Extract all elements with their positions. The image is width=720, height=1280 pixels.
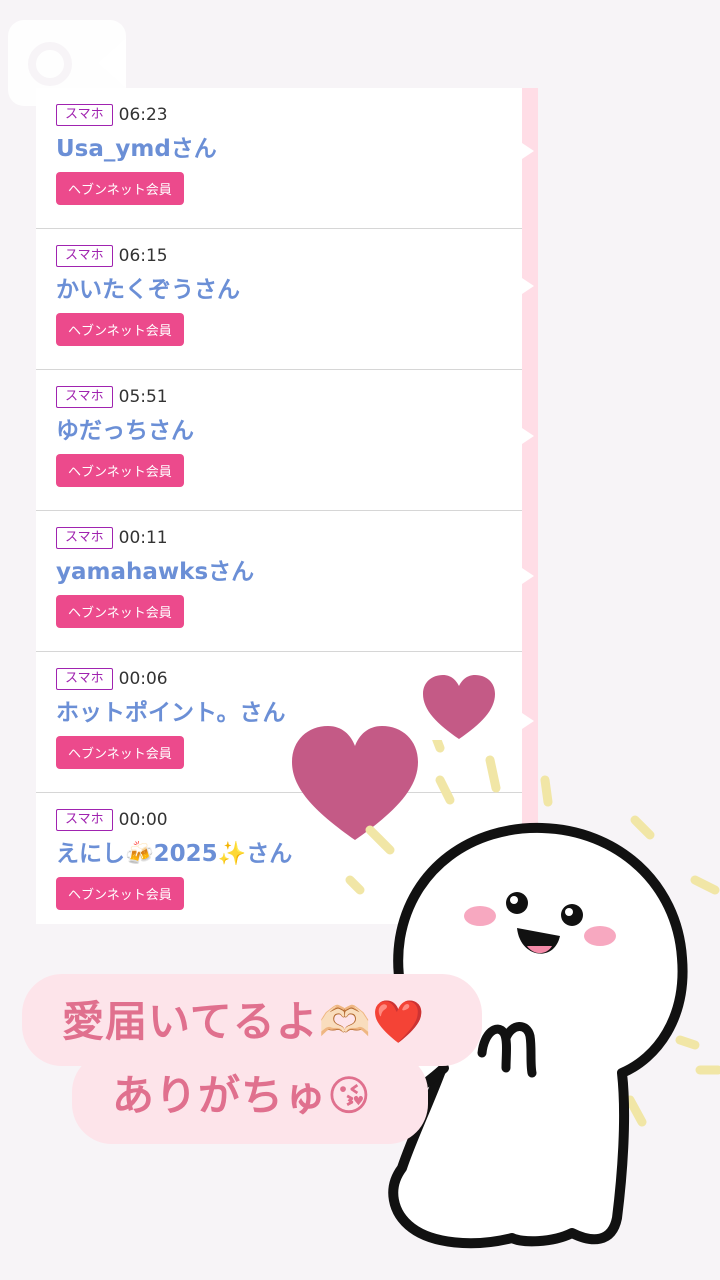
- message-line-2: ありがちゅ😘: [112, 1071, 372, 1120]
- list-item[interactable]: スマホ 06:23 Usa_ymdさん ヘブンネット会員: [36, 88, 522, 229]
- visit-time: 06:23: [118, 105, 168, 125]
- member-badge: ヘブンネット会員: [56, 454, 184, 487]
- device-tag: スマホ: [56, 668, 113, 690]
- device-tag: スマホ: [56, 386, 113, 408]
- member-badge: ヘブンネット会員: [56, 172, 184, 205]
- visitor-name[interactable]: yamahawksさん: [56, 557, 522, 587]
- visitor-name[interactable]: ゆだっちさん: [56, 416, 522, 446]
- heart-icon: [423, 675, 495, 739]
- member-badge: ヘブンネット会員: [56, 877, 184, 910]
- member-badge: ヘブンネット会員: [56, 313, 184, 346]
- device-tag: スマホ: [56, 527, 113, 549]
- member-badge: ヘブンネット会員: [56, 595, 184, 628]
- device-tag: スマホ: [56, 104, 113, 126]
- visit-time: 06:15: [118, 246, 168, 266]
- member-badge: ヘブンネット会員: [56, 736, 184, 769]
- list-item[interactable]: スマホ 06:15 かいたくぞうさん ヘブンネット会員: [36, 229, 522, 370]
- list-item[interactable]: スマホ 00:11 yamahawksさん ヘブンネット会員: [36, 511, 522, 652]
- visit-time: 00:11: [118, 528, 168, 548]
- visit-time: 00:00: [118, 810, 168, 830]
- visit-time: 05:51: [118, 387, 168, 407]
- visitor-name[interactable]: Usa_ymdさん: [56, 134, 522, 164]
- list-item[interactable]: スマホ 05:51 ゆだっちさん ヘブンネット会員: [36, 370, 522, 511]
- visit-time: 00:06: [118, 669, 168, 689]
- device-tag: スマホ: [56, 809, 113, 831]
- visitor-name[interactable]: かいたくぞうさん: [56, 275, 522, 305]
- device-tag: スマホ: [56, 245, 113, 267]
- message-line-1: 愛届いてるよ🫶🏻❤️: [62, 997, 426, 1046]
